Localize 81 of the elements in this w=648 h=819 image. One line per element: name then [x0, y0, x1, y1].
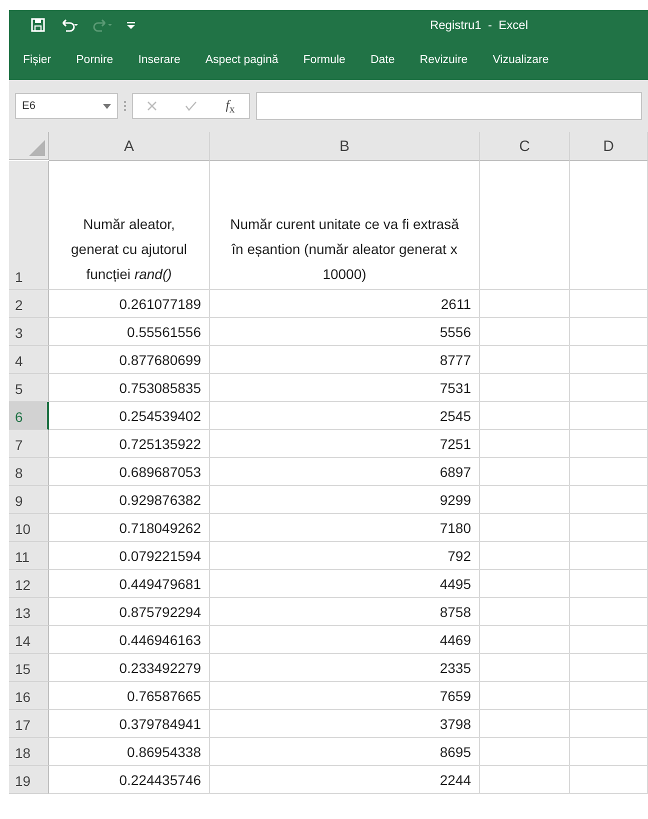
table-cell: 0.254539402 — [119, 408, 201, 424]
row-header[interactable]: 8 — [9, 458, 49, 486]
cancel-icon[interactable] — [147, 101, 158, 111]
row-header[interactable]: 17 — [9, 710, 49, 738]
table-cell: 0.379784941 — [119, 716, 201, 732]
table-cell: 0.079221594 — [119, 548, 201, 564]
table-cell: 0.233492279 — [119, 660, 201, 676]
table-cell: 2335 — [440, 660, 471, 676]
ribbon-tab[interactable]: Fișier — [23, 54, 52, 66]
table-cell: 2611 — [440, 296, 471, 312]
table-cell: 0.725135922 — [119, 436, 201, 452]
table-cell: 0.261077189 — [119, 296, 201, 312]
row-header[interactable]: 15 — [9, 654, 49, 682]
table-cell: 792 — [448, 548, 471, 564]
ribbon-tab[interactable]: Vizualizare — [492, 54, 549, 66]
table-cell: 7180 — [440, 520, 471, 536]
table-cell: 4469 — [440, 632, 471, 648]
row-header[interactable]: 14 — [9, 626, 49, 654]
ribbon-tab[interactable]: Date — [370, 54, 395, 66]
row-header[interactable]: 4 — [9, 346, 49, 374]
save-icon[interactable] — [31, 18, 45, 32]
ribbon-tab[interactable]: Aspect pagină — [205, 54, 278, 66]
column-header[interactable]: B — [210, 132, 480, 161]
ribbon-tab[interactable]: Formule — [303, 54, 346, 66]
row-header[interactable]: 1 — [9, 161, 49, 290]
table-cell: 7531 — [440, 380, 471, 396]
row-header[interactable]: 6 — [9, 402, 49, 430]
table-cell: 7659 — [440, 688, 471, 704]
row-header[interactable]: 19 — [9, 766, 49, 794]
table-cell-text: Număr aleator, generat cu ajutorul funcției rand() — [70, 215, 188, 284]
window-title: Registru1 - Excel — [430, 18, 528, 32]
column-header[interactable]: A — [49, 132, 210, 161]
table-cell-text: Număr curent unitate ce va fi extrasă în eșantion (număr aleator generat x 10000) — [229, 215, 460, 284]
table-cell: 4495 — [440, 576, 471, 592]
table-cell: 9299 — [440, 492, 471, 508]
table-cell: 0.929876382 — [119, 492, 201, 508]
select-all-corner[interactable] — [9, 132, 49, 160]
table-cell: 6897 — [440, 464, 471, 480]
formula-input[interactable] — [256, 92, 642, 120]
ribbon-tab[interactable]: Pornire — [76, 54, 114, 66]
table-cell: 2244 — [440, 772, 471, 788]
table-cell: 5556 — [440, 324, 471, 340]
table-cell: 0.877680699 — [119, 352, 201, 368]
table-cell: 3798 — [440, 716, 471, 732]
customize-icon[interactable] — [127, 21, 135, 29]
table-cell: 0.86954338 — [127, 744, 201, 760]
row-header[interactable]: 2 — [9, 290, 49, 318]
row-header[interactable]: 13 — [9, 598, 49, 626]
table-cell: 0.875792294 — [119, 604, 201, 620]
dropdown-arrow-icon[interactable] — [103, 104, 111, 108]
row-header[interactable]: 7 — [9, 430, 49, 458]
name-box[interactable]: E6 — [15, 93, 118, 119]
ribbon-tab[interactable]: Inserare — [138, 54, 180, 66]
column-header[interactable]: C — [480, 132, 570, 161]
table-cell: 0.753085835 — [119, 380, 201, 396]
table-cell: 0.76587665 — [127, 688, 201, 704]
table-cell: 0.55561556 — [127, 324, 201, 340]
column-header[interactable]: D — [570, 132, 648, 161]
table-cell: 0.446946163 — [119, 632, 201, 648]
table-cell: 8758 — [440, 604, 471, 620]
redo-icon[interactable] — [93, 18, 113, 32]
table-cell: 7251 — [440, 436, 471, 452]
table-cell: 2545 — [440, 408, 471, 424]
row-header[interactable]: 16 — [9, 682, 49, 710]
ribbon-tab[interactable]: Revizuire — [420, 54, 468, 66]
row-header[interactable]: 11 — [9, 542, 49, 570]
table-cell: 0.449479681 — [119, 576, 201, 592]
row-header[interactable]: 18 — [9, 738, 49, 766]
triangle-icon — [29, 140, 45, 156]
row-header[interactable]: 12 — [9, 570, 49, 598]
table-cell: 0.689687053 — [119, 464, 201, 480]
table-cell: 8777 — [440, 352, 471, 368]
row-header[interactable]: 3 — [9, 318, 49, 346]
table-cell: 0.224435746 — [119, 772, 201, 788]
table-cell: 8695 — [440, 744, 471, 760]
row-header[interactable]: 9 — [9, 486, 49, 514]
insert-function-button[interactable]: f$_{x}$ — [226, 96, 235, 116]
table-cell: 0.718049262 — [119, 520, 201, 536]
check-icon[interactable] — [185, 101, 198, 111]
row-header[interactable]: 10 — [9, 514, 49, 542]
row-header[interactable]: 5 — [9, 374, 49, 402]
